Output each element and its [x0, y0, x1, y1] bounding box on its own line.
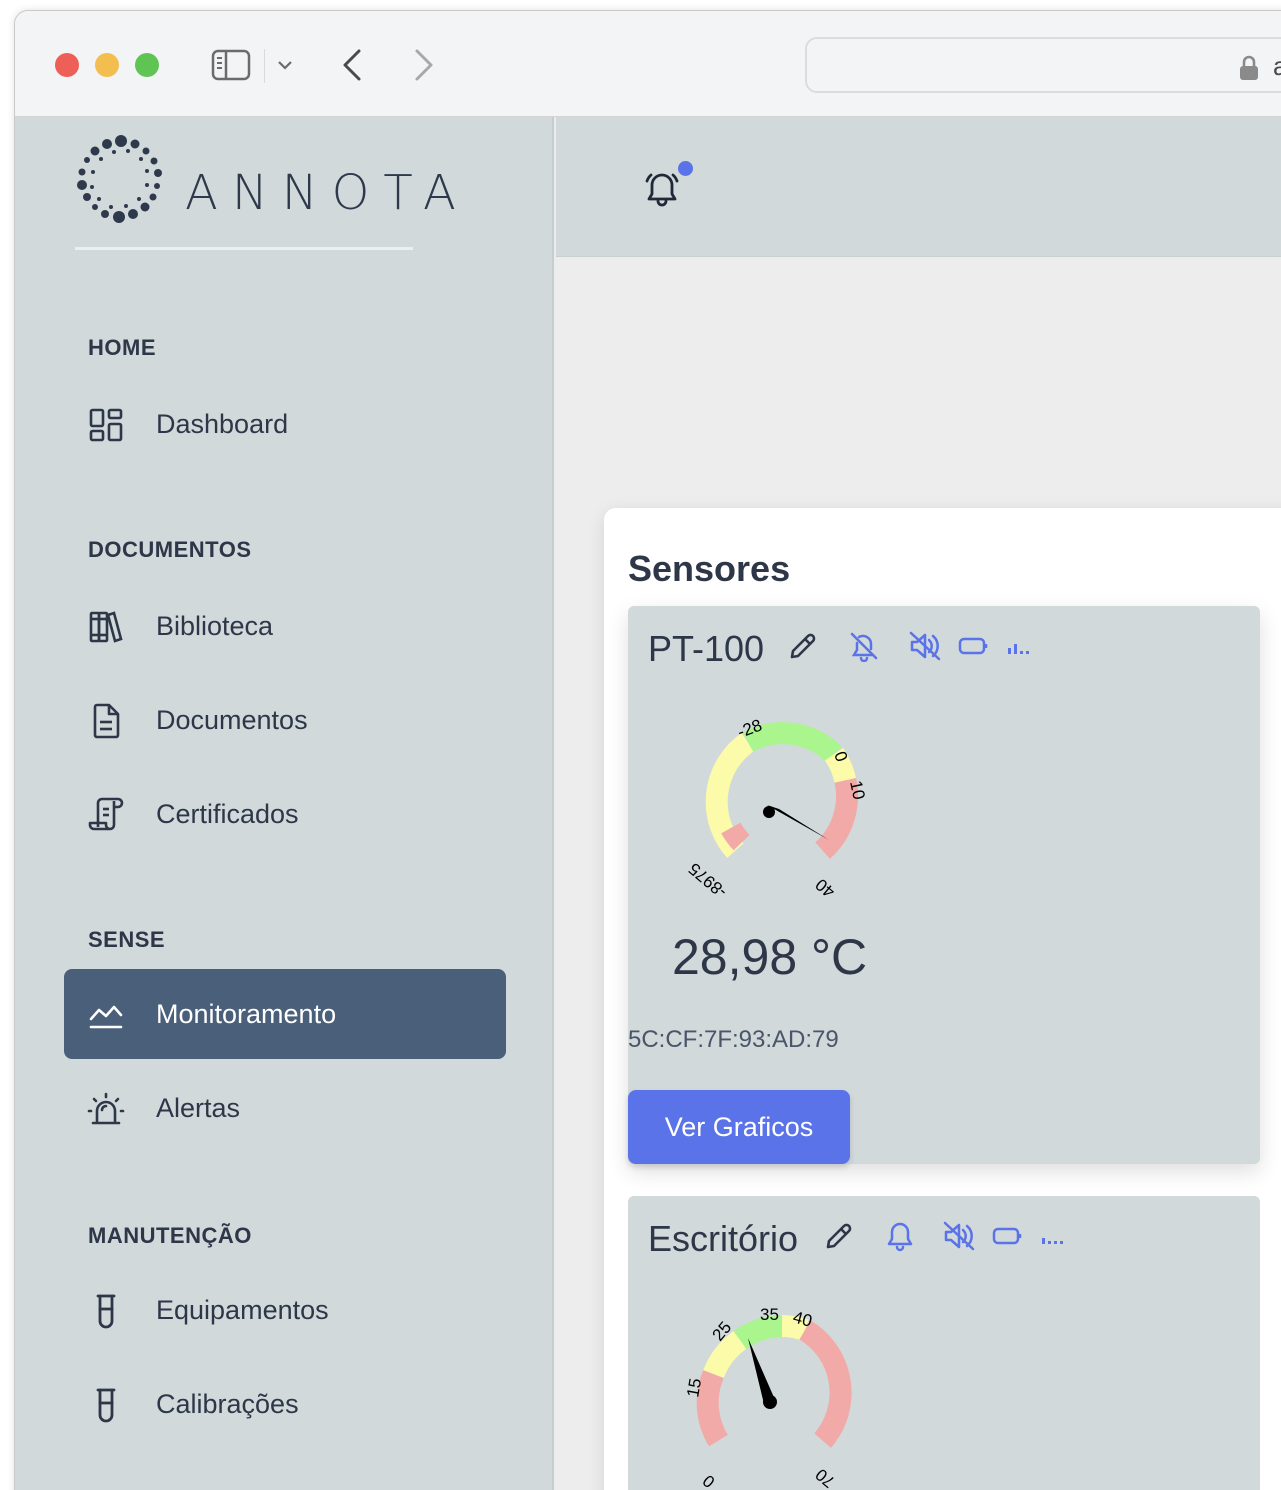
gauge-tick-label: 35: [760, 1305, 779, 1324]
sidebar-item-label: Certificados: [156, 798, 299, 829]
section-title-sense: SENSE: [88, 927, 166, 952]
sidebar-item-calibracoes[interactable]: Calibrações: [64, 1359, 506, 1449]
chart-line-icon: [86, 997, 126, 1033]
sidebar-item-label: Equipamentos: [156, 1294, 329, 1325]
forward-arrow-icon[interactable]: [409, 47, 439, 83]
gauge-tick-label: 10: [846, 779, 869, 801]
close-window-button[interactable]: [55, 53, 79, 77]
document-icon: [86, 703, 126, 739]
gauge-tick-label: 40: [812, 875, 839, 902]
chevron-down-icon[interactable]: [273, 47, 297, 83]
sidebar-item-label: Calibrações: [156, 1388, 299, 1419]
bell-icon: [645, 173, 679, 207]
sidebar-item-documentos[interactable]: Documentos: [64, 675, 506, 765]
edit-pencil-icon[interactable]: [788, 628, 818, 664]
edit-pencil-icon[interactable]: [824, 1218, 854, 1254]
sidebar-item-label: Monitoramento: [156, 998, 337, 1029]
logo-divider: [75, 247, 413, 250]
sidebar-item-label: Alertas: [156, 1092, 241, 1123]
sidebar-toggle-icon[interactable]: [209, 47, 253, 83]
logo-mark-icon: [77, 135, 162, 223]
sensor-card: PT-100 -28 0 10 40 -8975 28,98 °C 5C:CF:…: [628, 606, 1260, 1164]
battery-icon: [958, 628, 988, 664]
battery-icon: [992, 1218, 1022, 1254]
sidebar-item-label: Dashboard: [156, 408, 289, 439]
top-bar: [556, 117, 1281, 257]
view-charts-button[interactable]: Ver Graficos: [628, 1090, 850, 1164]
bell-icon[interactable]: [884, 1218, 916, 1254]
sidebar-item-certificados[interactable]: Certificados: [64, 769, 506, 859]
siren-icon: [86, 1091, 126, 1127]
zoom-window-button[interactable]: [135, 53, 159, 77]
temperature-gauge: -28 0 10 40 -8975: [685, 715, 869, 902]
address-bar[interactable]: a: [805, 37, 1281, 93]
signal-icon: [1040, 1218, 1066, 1254]
section-title-documentos: DOCUMENTOS: [88, 537, 252, 562]
sidebar-item-biblioteca[interactable]: Biblioteca: [64, 581, 506, 671]
dashboard-grid-icon: [86, 407, 126, 443]
sensors-panel: Sensores PT-100 -28 0 10 40 -8975 28,98 …: [604, 508, 1281, 1490]
certificate-icon: [86, 797, 126, 833]
temperature-gauge: 15 25 35 40 0 70: [683, 1305, 852, 1490]
gauge-tick-label: 0: [699, 1471, 718, 1490]
sensor-card: Escritório 15 25 35 40 0 70: [628, 1196, 1260, 1490]
sidebar-item-label: Documentos: [156, 704, 308, 735]
sensor-name: PT-100: [648, 628, 765, 669]
logo-text: ANNOTA: [185, 165, 470, 221]
lock-icon: [1239, 55, 1259, 86]
sidebar-item-monitoramento[interactable]: Monitoramento: [64, 969, 506, 1059]
sound-off-icon[interactable]: [908, 628, 942, 664]
gauge-tick-label: -8975: [685, 859, 731, 902]
unread-indicator: [678, 161, 693, 176]
sound-off-icon[interactable]: [942, 1218, 976, 1254]
sidebar-item-alertas[interactable]: Alertas: [64, 1063, 506, 1153]
browser-titlebar: a: [15, 11, 1281, 117]
signal-icon: [1006, 628, 1032, 664]
browser-window: a ANNOTA HOME Dashboard DOCUMENTOS: [14, 10, 1281, 1490]
bell-off-icon[interactable]: [848, 628, 880, 664]
gauge-tick-label: 70: [812, 1465, 839, 1490]
section-title-home: HOME: [88, 335, 156, 360]
sidebar-item-equipamentos[interactable]: Equipamentos: [64, 1265, 506, 1355]
books-icon: [86, 609, 126, 645]
test-tube-icon: [86, 1293, 126, 1329]
annota-logo: ANNOTA: [71, 125, 456, 255]
sensor-value: 28,98 °C: [672, 929, 868, 985]
sensor-mac-address: 5C:CF:7F:93:AD:79: [628, 1026, 839, 1053]
address-text: a: [1273, 51, 1281, 82]
page-title: Sensores: [628, 548, 791, 589]
minimize-window-button[interactable]: [95, 53, 119, 77]
sidebar-item-dashboard[interactable]: Dashboard: [64, 379, 506, 469]
sidebar: ANNOTA HOME Dashboard DOCUMENTOS Bibliot…: [15, 117, 554, 1490]
test-tube-icon: [86, 1387, 126, 1423]
back-arrow-icon[interactable]: [337, 47, 367, 83]
sensor-name: Escritório: [648, 1218, 799, 1259]
section-title-manutencao: MANUTENÇÃO: [88, 1223, 252, 1248]
gauge-tick-label: 15: [683, 1377, 705, 1399]
toolbar-divider: [264, 49, 265, 83]
sidebar-item-label: Biblioteca: [156, 610, 274, 641]
